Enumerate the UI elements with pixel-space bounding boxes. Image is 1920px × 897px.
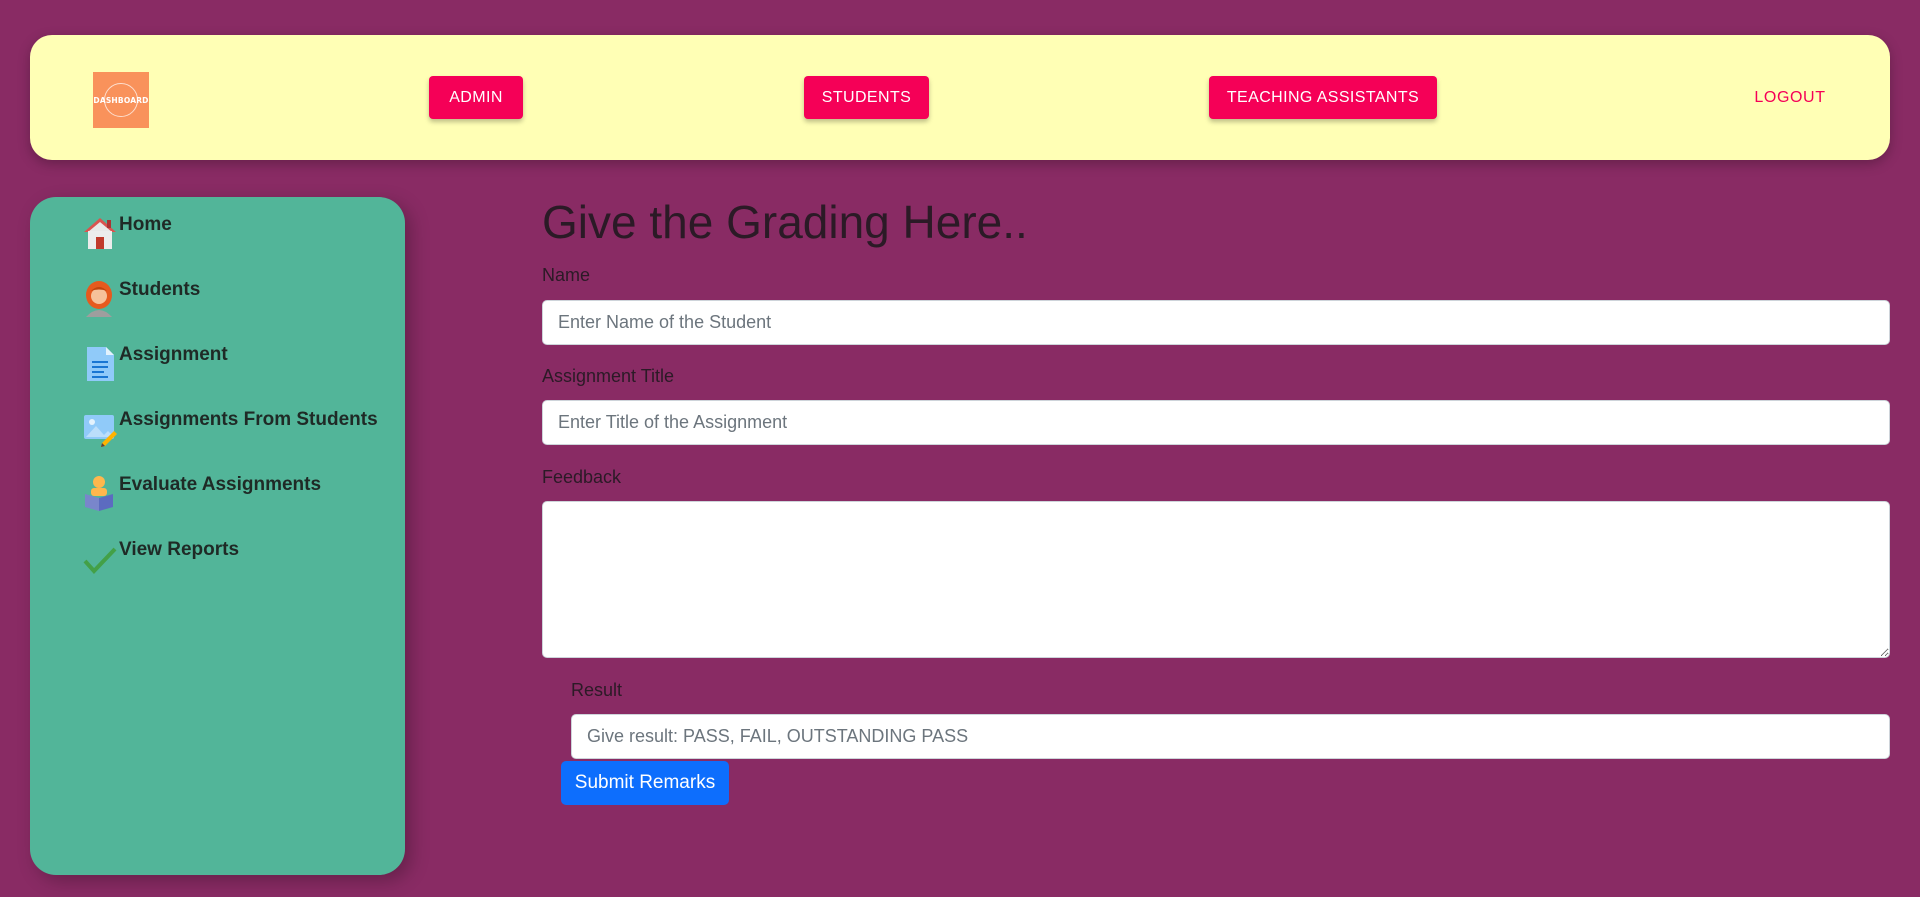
assignment-title-label: Assignment Title [542, 366, 675, 386]
top-navbar: DASHBOARD ADMIN STUDENTS TEACHING ASSIST… [30, 35, 1890, 160]
nav-students-button[interactable]: STUDENTS [804, 76, 929, 119]
sidebar-item-assignments-from-students[interactable]: Assignments From Students [82, 409, 378, 449]
sidebar-item-home[interactable]: Home [82, 214, 172, 254]
result-input[interactable] [571, 714, 1890, 759]
image-edit-icon [82, 409, 119, 449]
nav-admin-button[interactable]: ADMIN [429, 76, 523, 119]
result-label: Result [571, 680, 623, 700]
sidebar-item-label: Home [119, 214, 172, 235]
logout-button[interactable]: LOGOUT [1752, 76, 1828, 119]
sidebar-item-label: Assignments From Students [119, 409, 378, 430]
sidebar: Home Students Assignment Assignments Fro… [30, 197, 405, 875]
logo-text: DASHBOARD [93, 95, 149, 105]
reader-icon [82, 474, 119, 514]
dashboard-logo[interactable]: DASHBOARD [93, 72, 149, 128]
feedback-textarea[interactable] [542, 501, 1890, 658]
sidebar-item-label: Evaluate Assignments [119, 474, 322, 495]
student-name-input[interactable] [542, 300, 1890, 345]
checkmark-icon [82, 539, 119, 579]
sidebar-item-students[interactable]: Students [82, 279, 200, 319]
submit-remarks-button[interactable]: Submit Remarks [561, 761, 729, 805]
nav-teaching-assistants-button[interactable]: TEACHING ASSISTANTS [1209, 76, 1437, 119]
sidebar-item-evaluate-assignments[interactable]: Evaluate Assignments [82, 474, 321, 514]
document-icon [82, 344, 119, 384]
name-label: Name [542, 265, 591, 285]
house-icon [82, 214, 119, 254]
assignment-title-input[interactable] [542, 400, 1890, 445]
sidebar-item-label: Assignment [119, 344, 228, 365]
student-icon [82, 279, 119, 319]
sidebar-item-label: Students [119, 279, 201, 300]
sidebar-item-assignment[interactable]: Assignment [82, 344, 228, 384]
page-title: Give the Grading Here.. [542, 196, 1028, 248]
sidebar-item-view-reports[interactable]: View Reports [82, 539, 239, 579]
feedback-label: Feedback [542, 467, 622, 487]
sidebar-item-label: View Reports [119, 539, 240, 560]
